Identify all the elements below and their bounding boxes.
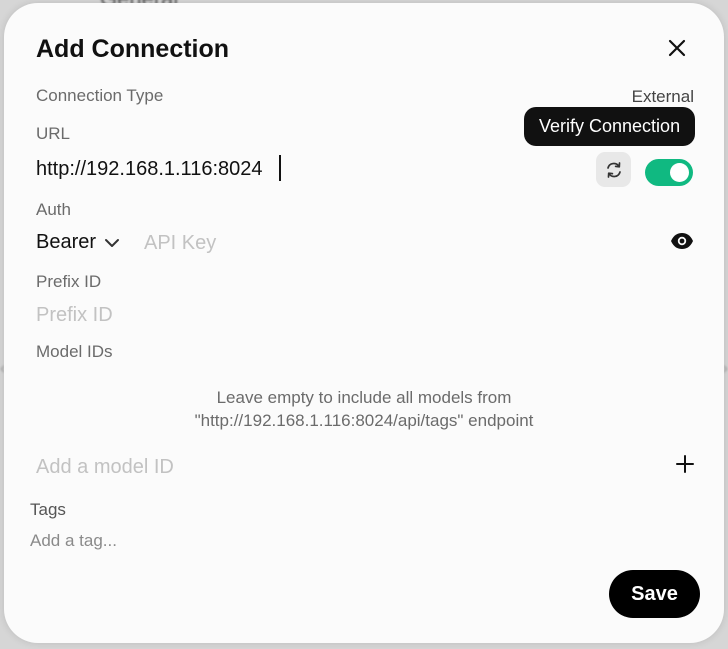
add-connection-modal: Add Connection Connection Type External … bbox=[4, 3, 724, 643]
tags-label: Tags bbox=[30, 500, 66, 519]
eye-icon bbox=[671, 233, 693, 249]
auth-type-value: Bearer bbox=[36, 231, 97, 253]
close-icon bbox=[668, 39, 686, 57]
toggle-knob bbox=[670, 163, 689, 182]
connection-type-label: Connection Type bbox=[36, 86, 164, 105]
chevron-down-icon bbox=[105, 238, 120, 247]
prefix-id-input[interactable] bbox=[36, 301, 676, 329]
url-input[interactable] bbox=[36, 155, 556, 183]
verify-connection-button[interactable] bbox=[596, 152, 631, 187]
plus-icon bbox=[676, 455, 694, 473]
model-ids-hint: Leave empty to include all models from "… bbox=[4, 386, 724, 432]
connection-type-toggle[interactable]: External bbox=[632, 87, 694, 107]
verify-connection-tooltip: Verify Connection bbox=[524, 107, 696, 146]
api-key-input[interactable] bbox=[144, 229, 644, 257]
model-ids-hint-line-2: "http://192.168.1.116:8024/api/tags" end… bbox=[194, 411, 534, 430]
refresh-icon bbox=[606, 161, 621, 178]
model-id-input[interactable] bbox=[36, 453, 636, 481]
close-button[interactable] bbox=[666, 37, 688, 59]
text-caret bbox=[279, 155, 281, 181]
show-api-key-button[interactable] bbox=[670, 231, 694, 251]
add-model-button[interactable] bbox=[674, 453, 696, 475]
modal-title: Add Connection bbox=[36, 35, 230, 63]
url-label: URL bbox=[36, 124, 71, 143]
model-ids-label: Model IDs bbox=[36, 342, 113, 361]
save-button[interactable]: Save bbox=[609, 570, 700, 618]
auth-type-select[interactable]: Bearer bbox=[36, 231, 120, 254]
prefix-id-label: Prefix ID bbox=[36, 272, 102, 291]
connection-enabled-toggle[interactable] bbox=[645, 159, 693, 186]
model-ids-hint-line-1: Leave empty to include all models from bbox=[216, 388, 512, 407]
tag-input[interactable] bbox=[30, 529, 430, 553]
auth-label: Auth bbox=[36, 200, 71, 219]
